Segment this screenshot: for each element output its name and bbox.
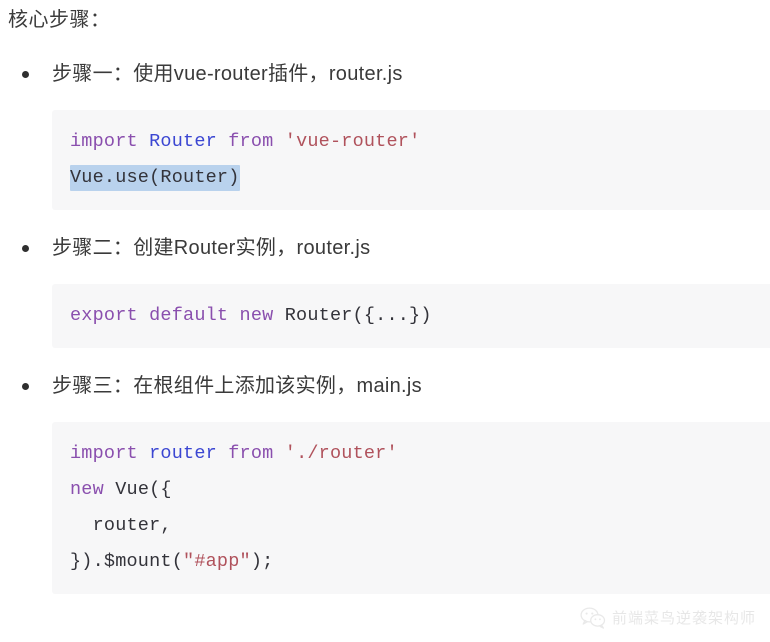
code-line: import Router from 'vue-router' [70,124,770,160]
bullet-icon [22,71,29,78]
list-item-label: 步骤三：在根组件上添加该实例，main.js [52,375,422,397]
code-token-keyword: from [228,131,285,152]
list-item-label: 步骤二：创建Router实例，router.js [52,237,371,259]
code-line-content: export default new Router({...}) [70,305,432,326]
code-token-string: './router' [284,443,398,464]
bullet-icon [22,383,29,390]
code-line: import router from './router' [70,436,770,472]
code-line: new Vue({ [70,472,770,508]
list-item: 步骤一：使用vue-router插件，router.js [0,58,770,92]
code-token-identifier: Router [149,131,229,152]
step-block: 步骤一：使用vue-router插件，router.js import Route… [0,58,770,232]
code-token-plain: ); [250,551,274,572]
code-token-keyword: new [70,479,116,500]
code-token-string: 'vue-router' [284,131,421,152]
code-line: Vue.use(Router) [70,160,770,196]
code-token-plain: Router({...}) [284,305,432,326]
code-line: router, [70,508,770,544]
code-token-keyword: import [70,131,150,152]
code-line-content: }).$mount("#app"); [70,551,273,572]
selected-code-highlight: Vue.use(Router) [70,165,240,191]
code-line: }).$mount("#app"); [70,544,770,580]
code-token-plain: router, [70,515,172,536]
code-token-string: "#app" [183,551,251,572]
code-line: export default new Router({...}) [70,298,770,334]
code-token-keyword: from [228,443,285,464]
article-page: 核心步骤： 步骤一：使用vue-router插件，router.js import… [0,0,770,642]
bullet-icon [22,245,29,252]
list-item: 步骤三：在根组件上添加该实例，main.js [0,370,770,404]
code-token-plain: Vue({ [115,479,172,500]
step-block: 步骤三：在根组件上添加该实例，main.js import router from… [0,370,770,616]
code-line-content: router, [70,515,172,536]
code-token-plain: }).$mount( [70,551,184,572]
code-token-identifier: router [149,443,229,464]
code-token-keyword: import [70,443,150,464]
list-item-label: 步骤一：使用vue-router插件，router.js [52,63,403,85]
code-token-keyword: export default new [70,305,285,326]
code-block: export default new Router({...}) [52,284,770,348]
page-title: 核心步骤： [8,9,111,31]
code-line-content: new Vue({ [70,479,172,500]
steps-list: 步骤一：使用vue-router插件，router.js import Route… [0,58,770,616]
step-block: 步骤二：创建Router实例，router.js export default n… [0,232,770,370]
code-token-plain: Vue.use(Router) [70,167,240,188]
code-line-content: import router from './router' [70,443,398,464]
code-block: import router from './router' new Vue({ r… [52,422,770,594]
code-line-content: import Router from 'vue-router' [70,131,420,152]
code-block: import Router from 'vue-router' Vue.use(R… [52,110,770,210]
list-item: 步骤二：创建Router实例，router.js [0,232,770,266]
